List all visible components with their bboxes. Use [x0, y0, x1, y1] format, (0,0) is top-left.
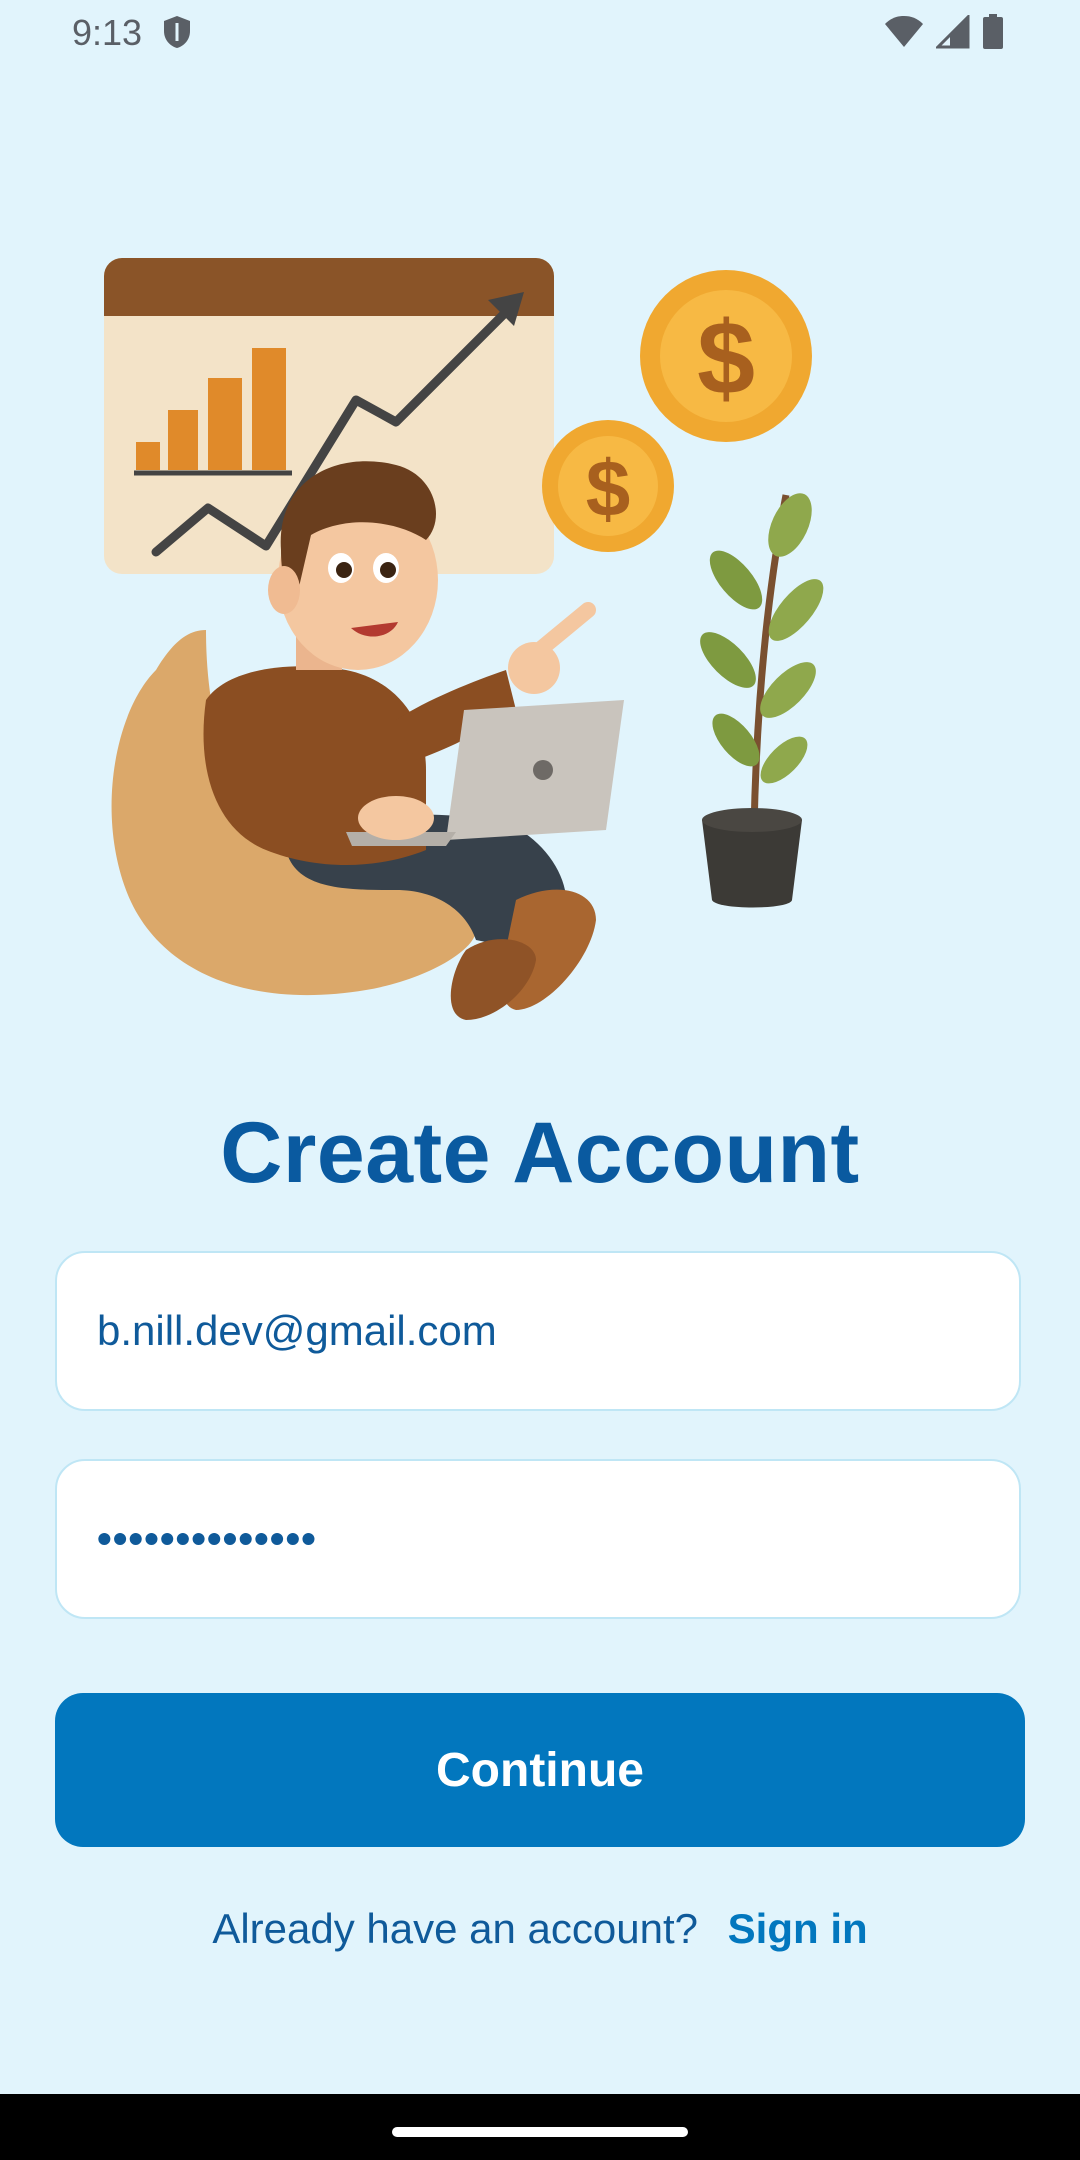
status-time: 9:13 — [72, 12, 143, 53]
email-value: b.nill.dev@gmail.com — [97, 1307, 497, 1354]
password-field[interactable]: •••••••••••••• — [55, 1459, 1021, 1619]
coin-icon: $ — [542, 420, 674, 552]
hero-illustration: $ $ — [96, 250, 856, 1030]
signin-row: Already have an account? Sign in — [0, 1905, 1080, 1953]
battery-icon — [982, 14, 1004, 55]
coin-icon: $ — [640, 270, 812, 442]
signal-icon — [934, 13, 970, 54]
signin-prompt: Already have an account? — [212, 1905, 698, 1952]
wifi-icon — [884, 15, 924, 54]
password-mask: •••••••••••••• — [97, 1515, 317, 1562]
shield-icon — [162, 15, 192, 54]
status-bar: 9:13 — [0, 0, 1080, 66]
continue-button[interactable]: Continue — [55, 1693, 1025, 1847]
home-handle[interactable] — [392, 2127, 688, 2137]
svg-text:$: $ — [586, 444, 631, 533]
email-field[interactable]: b.nill.dev@gmail.com — [55, 1251, 1021, 1411]
svg-text:$: $ — [697, 301, 755, 417]
signin-link[interactable]: Sign in — [728, 1905, 868, 1952]
plant-icon — [700, 493, 824, 908]
page-title: Create Account — [220, 1105, 860, 1201]
